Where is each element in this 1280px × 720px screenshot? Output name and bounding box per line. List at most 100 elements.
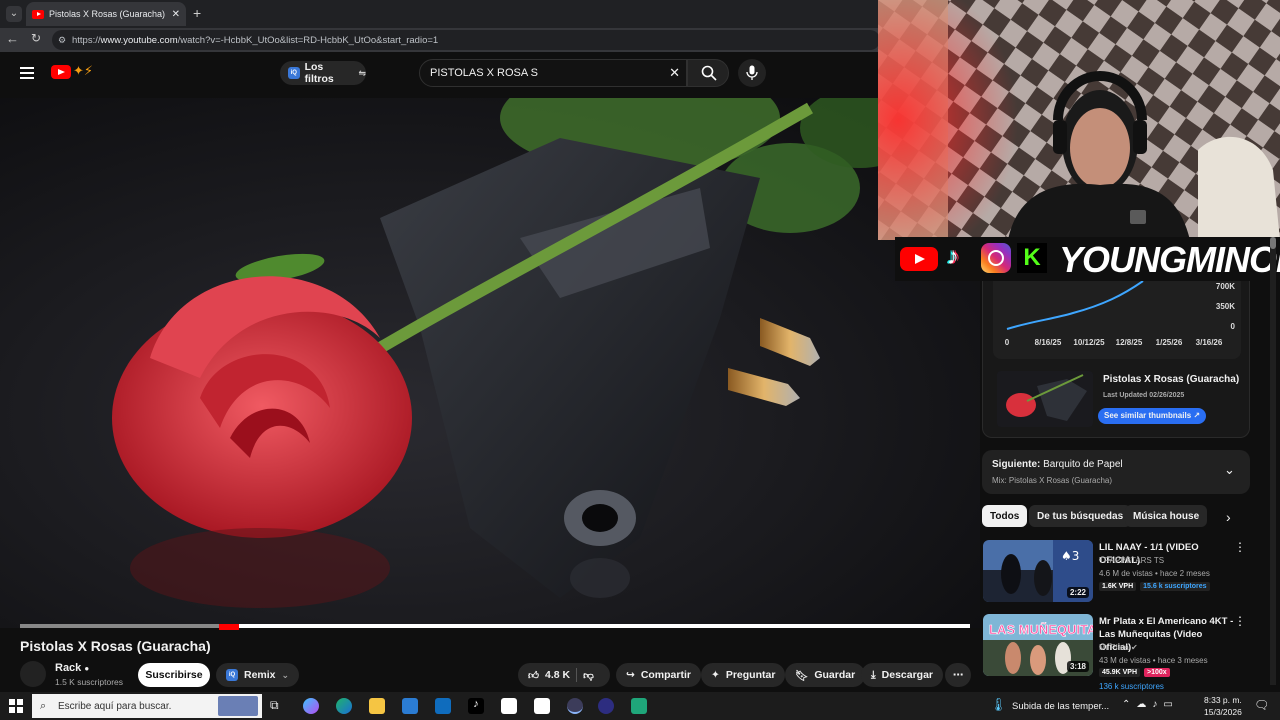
scrollbar[interactable] xyxy=(1270,237,1276,685)
sparkle-icon: ✦ xyxy=(711,669,720,681)
x-tick-label: 8/16/25 xyxy=(1035,338,1062,347)
tab-active[interactable]: Pistolas X Rosas (Guaracha) - YouTube ✕ xyxy=(26,2,186,26)
weather-icon: 🌡︎ xyxy=(990,697,1007,712)
subscribe-button[interactable]: Suscribirse xyxy=(138,663,210,687)
share-button[interactable]: ↪ Compartir xyxy=(616,663,701,687)
weather-text[interactable]: Subida de las temper... xyxy=(1012,701,1109,712)
remix-button[interactable]: iQ Remix ⌄ xyxy=(216,663,300,687)
search-input[interactable]: PISTOLAS X ROSA S ✕ xyxy=(419,59,687,87)
rec-channel[interactable]: Mr Plata xyxy=(1099,643,1129,652)
thumbs-up-icon: 👍︎ xyxy=(528,669,539,682)
x-tick-label: 3/16/26 xyxy=(1196,338,1223,347)
tray-icons[interactable]: ⌃☁♪▭ xyxy=(1122,699,1179,710)
app-icon-green[interactable] xyxy=(631,698,647,714)
mail-icon[interactable] xyxy=(435,698,451,714)
video-player[interactable] xyxy=(0,98,980,628)
capcut-icon-2[interactable] xyxy=(534,698,550,714)
windows-start-icon[interactable] xyxy=(9,699,23,713)
save-button[interactable]: 🔖︎ Guardar xyxy=(785,663,866,687)
rec-views: 43 M de vistas • hace 3 meses xyxy=(1099,656,1208,665)
capcut-icon[interactable] xyxy=(501,698,517,714)
taskbar-search-input[interactable]: ⌕ Escribe aquí para buscar. xyxy=(32,694,262,718)
more-vertical-icon[interactable]: ⋮ xyxy=(1234,540,1246,554)
thumbs-down-icon[interactable]: 👎︎ xyxy=(583,669,594,682)
chips-next-icon[interactable]: › xyxy=(1226,509,1231,525)
similar-thumbnails-button[interactable]: See similar thumbnails ↗ xyxy=(1098,408,1207,424)
youtube-header: ✦⚡ iQ Los filtros ⇋ PISTOLAS X ROSA S ✕ xyxy=(0,52,880,98)
clock-date[interactable]: 15/3/2026 xyxy=(1204,707,1242,717)
channel-name[interactable]: Rack xyxy=(55,662,81,674)
x-tick-label: 10/12/25 xyxy=(1073,338,1105,347)
rec-channel-row[interactable]: Mr Plata ✔ xyxy=(1099,643,1138,652)
list-item[interactable]: LAS MUÑEQUITAS 3:18 Mr Plata x El Americ… xyxy=(983,614,1248,691)
edge-icon[interactable] xyxy=(336,698,352,714)
app-icon-circle[interactable] xyxy=(598,698,614,714)
download-icon: ⤓ xyxy=(871,668,876,681)
close-tab-icon[interactable]: ✕ xyxy=(172,9,180,20)
reload-icon[interactable]: ↻ xyxy=(31,31,41,45)
chip-house[interactable]: Música house xyxy=(1125,505,1208,527)
youtube-logo[interactable] xyxy=(51,65,71,79)
store-icon[interactable] xyxy=(402,698,418,714)
subs-badge: 15.6 k suscriptores xyxy=(1140,582,1210,591)
ask-label: Preguntar xyxy=(725,669,776,681)
mix-title: Mix: Pistolas X Rosas (Guaracha) xyxy=(992,476,1113,485)
next-label: Siguiente: xyxy=(992,459,1041,470)
back-icon[interactable]: ← xyxy=(6,31,19,46)
ask-button[interactable]: ✦ Preguntar xyxy=(701,663,786,687)
y-tick-label: 350K xyxy=(1216,302,1235,311)
site-info-icon[interactable]: ⚙ xyxy=(58,35,66,46)
obs-icon[interactable] xyxy=(567,698,583,714)
svg-text:LAS MUÑEQUITAS: LAS MUÑEQUITAS xyxy=(989,622,1093,637)
copilot-icon[interactable] xyxy=(303,698,319,714)
channel-name-row[interactable]: Rack ● xyxy=(55,662,89,674)
stats-video-name: Pistolas X Rosas (Guaracha) xyxy=(1103,374,1240,385)
more-horizontal-icon: ⋯ xyxy=(952,669,964,681)
new-tab-button[interactable]: + xyxy=(193,5,201,21)
list-item[interactable]: ♠3 2:22 LIL NAAY - 1/1 (VIDEO OFICIAL) T… xyxy=(983,540,1248,610)
search-icon: ⌕ xyxy=(40,699,47,712)
rec-stats-row: 1.6K VPH 15.6 k suscriptores xyxy=(1099,582,1210,591)
filters-button[interactable]: iQ Los filtros ⇋ xyxy=(280,61,366,85)
notifications-icon[interactable]: 🗨︎ xyxy=(1254,698,1269,712)
youtube-icon xyxy=(900,247,938,271)
progress-bar-played[interactable] xyxy=(218,624,239,630)
clock-time[interactable]: 8:33 p. m. xyxy=(1204,695,1242,705)
taskbar-search-placeholder: Escribe aquí para buscar. xyxy=(58,700,172,712)
next-row: Siguiente: Barquito de Papel xyxy=(992,459,1123,470)
svg-text:♠3: ♠3 xyxy=(1061,549,1079,563)
playlist-next-card[interactable]: Siguiente: Barquito de Papel Mix: Pistol… xyxy=(982,450,1250,494)
chip-searches[interactable]: De tus búsquedas xyxy=(1029,505,1132,527)
scrollbar-thumb[interactable] xyxy=(1270,237,1276,249)
y-tick-label: 700K xyxy=(1216,282,1235,291)
x-tick-label: 0 xyxy=(1005,338,1010,347)
tab-list-icon[interactable]: ⌄ xyxy=(6,6,22,22)
download-button[interactable]: ⤓ Descargar xyxy=(861,663,944,687)
rec-channel[interactable]: TRAPPSTARS TS xyxy=(1099,556,1164,565)
tab-title: Pistolas X Rosas (Guaracha) - YouTube xyxy=(49,9,167,19)
file-explorer-icon[interactable] xyxy=(369,698,385,714)
url-path: /watch?v=-HcbbK_UtOo&list=RD-HcbbK_UtOo&… xyxy=(177,34,439,46)
remix-label: Remix xyxy=(244,669,276,681)
chip-all[interactable]: Todos xyxy=(982,505,1028,527)
video-thumbnail[interactable]: ♠3 2:22 xyxy=(983,540,1093,602)
menu-icon[interactable] xyxy=(20,67,34,79)
like-button[interactable]: 👍︎ 4.8 K xyxy=(528,669,570,682)
url-field[interactable]: ⚙ https://www.youtube.com/watch?v=-HcbbK… xyxy=(52,30,880,50)
share-label: Compartir xyxy=(640,669,691,681)
chevron-down-icon[interactable]: ⌄ xyxy=(282,670,290,681)
clear-search-icon[interactable]: ✕ xyxy=(669,65,680,81)
voice-search-button[interactable] xyxy=(738,59,766,87)
address-bar-row: ← ↻ ⚙ https://www.youtube.com/watch?v=-H… xyxy=(0,28,880,52)
channel-avatar[interactable] xyxy=(20,661,46,687)
webcam-overlay xyxy=(878,0,1280,240)
more-vertical-icon[interactable]: ⋮ xyxy=(1234,614,1246,628)
more-actions-button[interactable]: ⋯ xyxy=(945,663,971,687)
share-icon: ↪ xyxy=(626,669,635,681)
video-thumbnail[interactable]: LAS MUÑEQUITAS 3:18 xyxy=(983,614,1093,676)
tiktok-app-icon[interactable]: ♪ xyxy=(468,698,484,714)
task-view-icon[interactable]: ⧉ xyxy=(270,698,279,713)
views-growth-line xyxy=(1006,280,1144,330)
expand-chevron-icon[interactable]: ⌄ xyxy=(1224,462,1235,478)
search-button[interactable] xyxy=(687,59,729,87)
